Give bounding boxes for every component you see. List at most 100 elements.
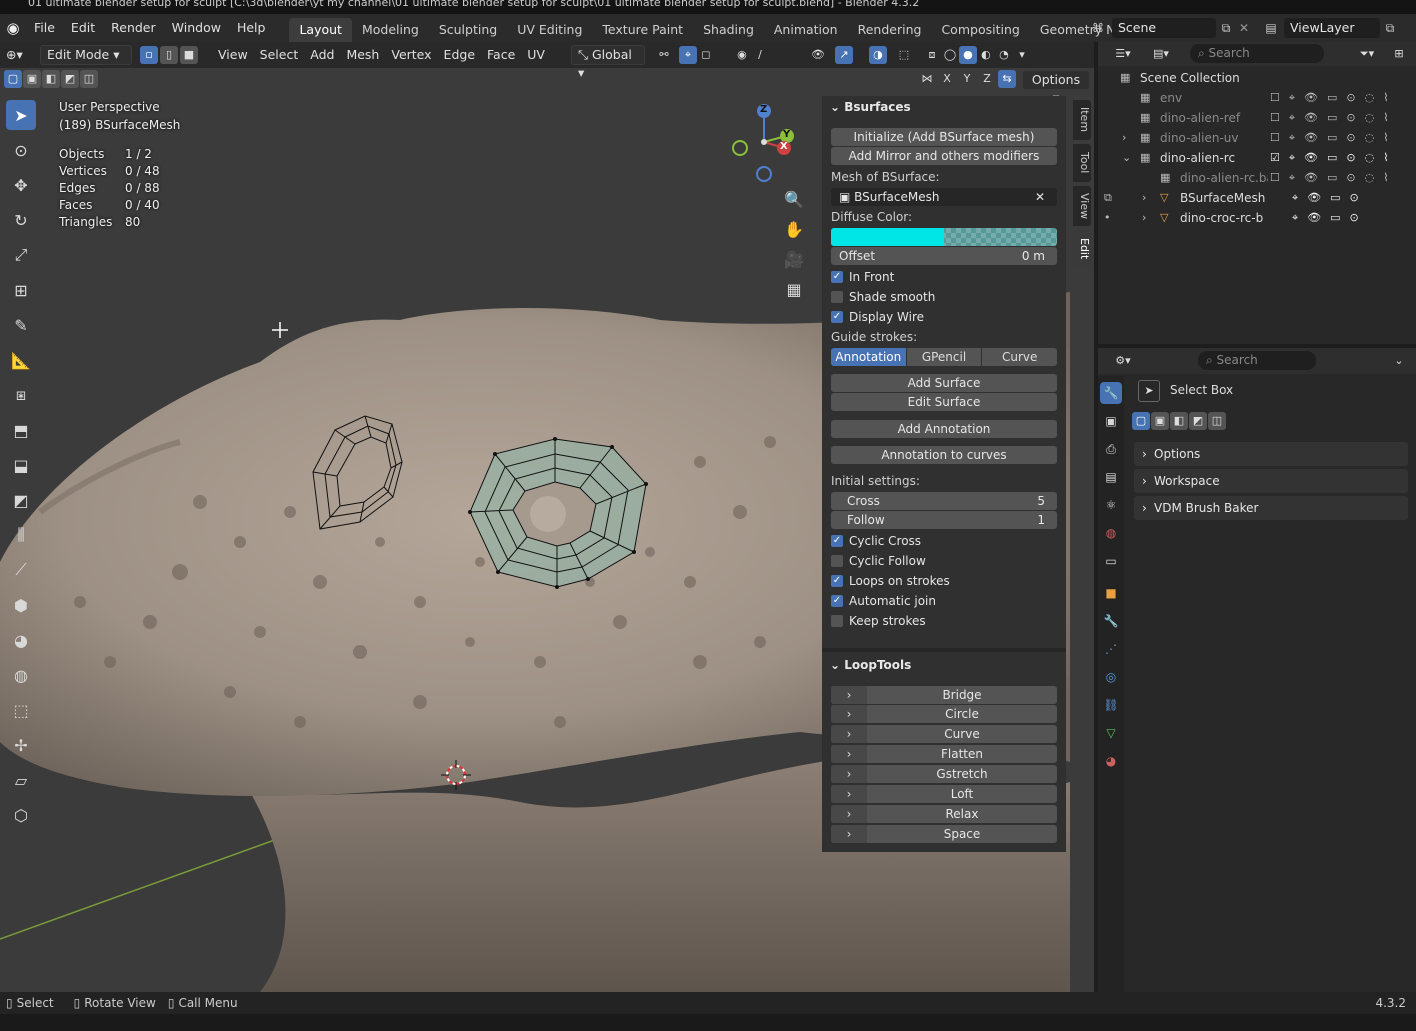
- output-properties-icon[interactable]: ⎙: [1100, 438, 1122, 460]
- loop-cut-tool-icon[interactable]: ⫼: [6, 520, 36, 550]
- row-visibility-icons[interactable]: ⌖👁▭⊙: [1292, 208, 1368, 228]
- tab-rendering[interactable]: Rendering: [848, 18, 932, 42]
- blender-logo-icon[interactable]: ◉: [0, 19, 26, 37]
- select-extend-icon[interactable]: ▣: [1151, 412, 1169, 430]
- rotate-tool-icon[interactable]: ↻: [6, 205, 36, 235]
- overlay-toggle-icon[interactable]: ◑: [868, 46, 887, 64]
- expand-arrow-icon[interactable]: ›: [1142, 188, 1146, 208]
- cursor-tool-icon[interactable]: ⊙: [6, 135, 36, 165]
- snap-target-icon[interactable]: ◻: [697, 46, 715, 64]
- annotation-to-curves-button[interactable]: Annotation to curves: [831, 446, 1057, 464]
- pivot-icon[interactable]: ⚯: [655, 46, 673, 64]
- shading-wireframe-icon[interactable]: ◯: [941, 46, 959, 64]
- auto-merge-icon[interactable]: ⇆: [998, 70, 1016, 88]
- in-front-checkbox[interactable]: ✓ In Front: [831, 268, 894, 286]
- menu-edge[interactable]: Edge: [438, 45, 481, 65]
- expand-arrow-icon[interactable]: ⌄: [1122, 148, 1131, 168]
- cyclic-cross-checkbox[interactable]: ✓ Cyclic Cross: [831, 532, 921, 550]
- row-visibility-icons[interactable]: ☐⌖👁▭⊙◌⌇: [1270, 128, 1398, 148]
- shade-smooth-checkbox[interactable]: Shade smooth: [831, 288, 935, 306]
- outliner-row-dino-alien-rc-ba[interactable]: ▦ dino-alien-rc.ba ☐⌖👁▭⊙◌⌇: [1098, 168, 1416, 188]
- inset-tool-icon[interactable]: ⬓: [6, 450, 36, 480]
- object-properties-icon[interactable]: ■: [1100, 582, 1122, 604]
- menu-render[interactable]: Render: [103, 17, 164, 39]
- looptools-curve[interactable]: › Curve: [831, 725, 1057, 743]
- render-properties-icon[interactable]: ▣: [1100, 410, 1122, 432]
- guide-annotation-option[interactable]: Annotation: [831, 348, 906, 366]
- menu-edit[interactable]: Edit: [63, 17, 103, 39]
- bevel-tool-icon[interactable]: ◩: [6, 485, 36, 515]
- automatic-join-checkbox[interactable]: ✓ Automatic join: [831, 592, 936, 610]
- modifier-properties-icon[interactable]: 🔧: [1100, 610, 1122, 632]
- row-visibility-icons[interactable]: ☐⌖👁▭⊙◌⌇: [1270, 108, 1398, 128]
- spin-tool-icon[interactable]: ◕: [6, 625, 36, 655]
- menu-mesh[interactable]: Mesh: [340, 45, 385, 65]
- snap-icon[interactable]: ⌖: [678, 46, 697, 64]
- filter-icon[interactable]: ⏷▾: [1352, 45, 1382, 63]
- mirror-x-toggle[interactable]: X: [938, 70, 956, 88]
- navigation-gizmo[interactable]: Z Y X: [726, 100, 806, 182]
- guide-curve-option[interactable]: Curve: [982, 348, 1058, 366]
- mirror-icon[interactable]: ⋈: [918, 70, 936, 88]
- face-select-icon[interactable]: ■: [180, 46, 198, 64]
- options-dropdown[interactable]: Options ▾: [1022, 70, 1090, 105]
- loops-on-strokes-checkbox[interactable]: ✓ Loops on strokes: [831, 572, 950, 590]
- rip-tool-icon[interactable]: ⬡: [6, 800, 36, 830]
- select-new-icon[interactable]: ▢: [4, 70, 22, 88]
- tab-texture-paint[interactable]: Texture Paint: [592, 18, 693, 42]
- looptools-loft[interactable]: › Loft: [831, 785, 1057, 803]
- mirror-y-toggle[interactable]: Y: [958, 70, 976, 88]
- outliner-row-dino-alien-uv[interactable]: › ▦ dino-alien-uv ☐⌖👁▭⊙◌⌇: [1098, 128, 1416, 148]
- cyclic-follow-checkbox[interactable]: Cyclic Follow: [831, 552, 926, 570]
- outliner-scene-collection[interactable]: ▦ Scene Collection: [1098, 68, 1416, 88]
- display-mode-icon[interactable]: ▤▾: [1146, 45, 1176, 63]
- diffuse-color-swatch[interactable]: [831, 228, 1057, 246]
- display-wire-checkbox[interactable]: ✓ Display Wire: [831, 308, 924, 326]
- looptools-space[interactable]: › Space: [831, 825, 1057, 843]
- menu-window[interactable]: Window: [164, 17, 229, 39]
- mirror-z-toggle[interactable]: Z: [978, 70, 996, 88]
- outliner-row-bsurfacemesh[interactable]: › ▽ BSurfaceMesh ⌖👁▭⊙: [1098, 188, 1416, 208]
- shading-rendered-icon[interactable]: ◔: [995, 46, 1013, 64]
- looptools-circle[interactable]: › Circle: [831, 705, 1057, 723]
- properties-search-input[interactable]: ⌕ Search: [1198, 351, 1316, 370]
- tab-shading[interactable]: Shading: [693, 18, 764, 42]
- measure-tool-icon[interactable]: 📐: [6, 345, 36, 375]
- row-visibility-icons[interactable]: ☐⌖👁▭⊙◌⌇: [1270, 168, 1398, 188]
- editor-type-icon[interactable]: ⊕▾: [0, 45, 36, 65]
- outliner-search-input[interactable]: ⌕ Search: [1190, 44, 1324, 63]
- shading-solid-icon[interactable]: ●: [958, 46, 977, 64]
- physics-properties-icon[interactable]: ◎: [1100, 666, 1122, 688]
- scene-name-field[interactable]: Scene: [1112, 18, 1216, 38]
- mesh-edit-overlay-icon[interactable]: ⬚: [895, 46, 913, 64]
- tab-tool[interactable]: Tool: [1073, 144, 1091, 182]
- viewlayer-selector[interactable]: ▤ ViewLayer ⧉: [1258, 18, 1416, 38]
- select-intersect-icon[interactable]: ◫: [80, 70, 98, 88]
- vertex-select-icon[interactable]: ▫: [140, 46, 158, 64]
- guide-gpencil-option[interactable]: GPencil: [906, 348, 982, 366]
- gizmo-toggle-icon[interactable]: ↗: [834, 46, 853, 64]
- follow-field[interactable]: Follow 1: [831, 511, 1057, 529]
- tab-item[interactable]: Item: [1073, 100, 1091, 140]
- menu-face[interactable]: Face: [481, 45, 521, 65]
- scene-properties-icon[interactable]: ⚛: [1100, 494, 1122, 516]
- poly-build-tool-icon[interactable]: ⬢: [6, 590, 36, 620]
- view-layer-properties-icon[interactable]: ▤: [1100, 466, 1122, 488]
- tab-uv-editing[interactable]: UV Editing: [507, 18, 592, 42]
- looptools-flatten[interactable]: › Flatten: [831, 745, 1057, 763]
- shading-material-icon[interactable]: ◐: [977, 46, 995, 64]
- transform-tool-icon[interactable]: ⊞: [6, 275, 36, 305]
- particles-properties-icon[interactable]: ⋰: [1100, 638, 1122, 660]
- looptools-bridge[interactable]: › Bridge: [831, 686, 1057, 704]
- mesh-of-bsurface-field[interactable]: ▣ BSurfaceMesh ✕: [831, 188, 1057, 206]
- annotate-tool-icon[interactable]: ✎: [6, 310, 36, 340]
- select-extend-icon[interactable]: ▣: [23, 70, 41, 88]
- menu-select[interactable]: Select: [254, 45, 305, 65]
- tab-animation[interactable]: Animation: [764, 18, 848, 42]
- select-subtract-icon[interactable]: ◧: [1170, 412, 1188, 430]
- outliner-row-dino-alien-ref[interactable]: ▦ dino-alien-ref ☐⌖👁▭⊙◌⌇: [1098, 108, 1416, 128]
- menu-uv[interactable]: UV: [521, 45, 551, 65]
- data-properties-icon[interactable]: ▽: [1100, 722, 1122, 744]
- initialize-bsurface-button[interactable]: Initialize (Add BSurface mesh): [831, 128, 1057, 146]
- row-visibility-icons[interactable]: ⌖👁▭⊙: [1292, 188, 1368, 208]
